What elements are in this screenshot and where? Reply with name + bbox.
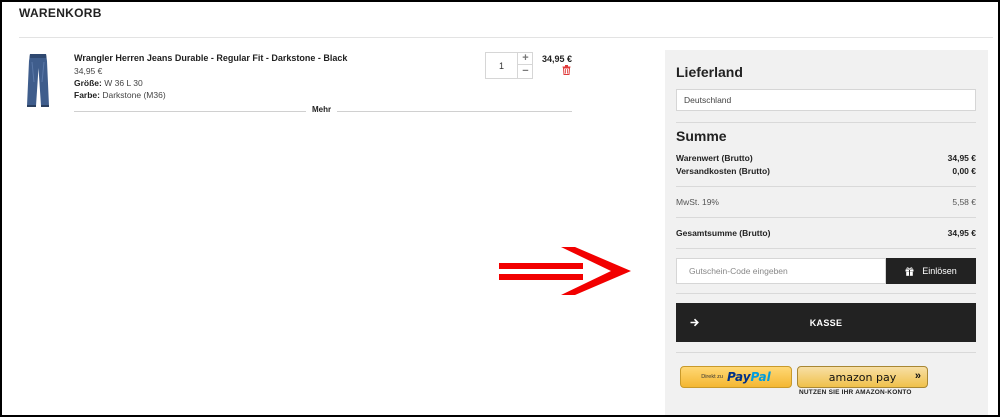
arrow-right-icon (690, 318, 699, 327)
row-label: Versandkosten (Brutto) (676, 166, 770, 176)
country-select[interactable]: Deutschland (676, 89, 976, 111)
redeem-coupon-button[interactable]: Einlösen (886, 258, 976, 284)
divider (676, 352, 976, 353)
checkout-label: KASSE (809, 317, 843, 328)
quantity-input[interactable]: 1 (486, 53, 517, 78)
paypal-logo: PayPal (727, 370, 771, 384)
country-heading: Lieferland (676, 64, 743, 80)
row-label: Warenwert (Brutto) (676, 153, 753, 163)
redeem-label: Einlösen (922, 266, 957, 276)
page-title: WARENKORB (19, 6, 102, 20)
summary-row-shipping: Versandkosten (Brutto) 0,00 € (676, 166, 976, 176)
right-arrow-icon (499, 247, 631, 295)
title-divider (19, 37, 993, 38)
divider (676, 248, 976, 249)
trash-icon[interactable] (562, 65, 571, 75)
row-value: 34,95 € (947, 228, 976, 238)
amazon-pay-button[interactable]: amazon pay » (797, 366, 928, 388)
row-value: 5,58 € (952, 197, 976, 207)
cart-page: WARENKORB Wrangler Herren Jeans Durable … (2, 2, 998, 415)
product-size: Größe: W 36 L 30 (74, 78, 143, 88)
summary-row-total: Gesamtsumme (Brutto) 34,95 € (676, 228, 976, 238)
row-label: MwSt. 19% (676, 197, 719, 207)
row-value: 0,00 € (952, 166, 976, 176)
gift-icon (905, 266, 914, 276)
divider (676, 122, 976, 123)
jeans-icon[interactable] (24, 52, 52, 108)
order-summary-panel: Lieferland Deutschland Summe Warenwert (… (665, 50, 988, 415)
size-value: W 36 L 30 (104, 78, 143, 88)
row-label: Gesamtsumme (Brutto) (676, 228, 771, 238)
color-value: Darkstone (M36) (102, 90, 166, 100)
more-link[interactable]: Mehr (306, 105, 338, 114)
row-value: 34,95 € (947, 153, 976, 163)
paypal-logo-pal: Pal (750, 370, 771, 384)
coupon-code-input[interactable]: Gutschein-Code eingeben (676, 258, 886, 284)
product-name[interactable]: Wrangler Herren Jeans Durable - Regular … (74, 53, 347, 63)
amazon-pay-logo: amazon pay (828, 370, 897, 384)
sum-heading: Summe (676, 128, 727, 144)
divider (676, 186, 976, 187)
amazon-pay-subtitle: NUTZEN SIE IHR AMAZON-KONTO (799, 389, 912, 396)
color-label: Farbe: (74, 90, 100, 100)
paypal-button[interactable]: Direkt zu PayPal (680, 366, 792, 388)
line-total: 34,95 € (542, 54, 573, 64)
checkout-button[interactable]: KASSE (676, 303, 976, 342)
divider (676, 217, 976, 218)
quantity-stepper: 1 + − (485, 52, 533, 79)
chevron-right-icon: » (914, 370, 921, 382)
paypal-prefix: Direkt zu (701, 374, 723, 380)
product-unit-price: 34,95 € (74, 66, 103, 76)
size-label: Größe: (74, 78, 102, 88)
divider (676, 293, 976, 294)
summary-row-goods: Warenwert (Brutto) 34,95 € (676, 153, 976, 163)
increase-quantity-button[interactable]: + (517, 53, 533, 65)
product-color: Farbe: Darkstone (M36) (74, 90, 166, 100)
decrease-quantity-button[interactable]: − (517, 65, 533, 78)
paypal-logo-pay: Pay (726, 370, 751, 384)
summary-row-vat: MwSt. 19% 5,58 € (676, 197, 976, 207)
